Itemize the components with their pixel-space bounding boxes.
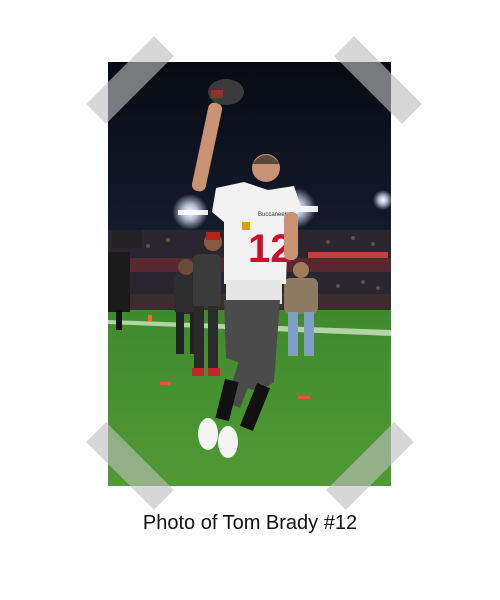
player-photo: 12 Buccaneers [108, 62, 391, 486]
photo-caption: Photo of Tom Brady #12 [142, 512, 358, 534]
photo-card: 12 Buccaneers Photo of Tom Brady #12 [0, 0, 500, 600]
